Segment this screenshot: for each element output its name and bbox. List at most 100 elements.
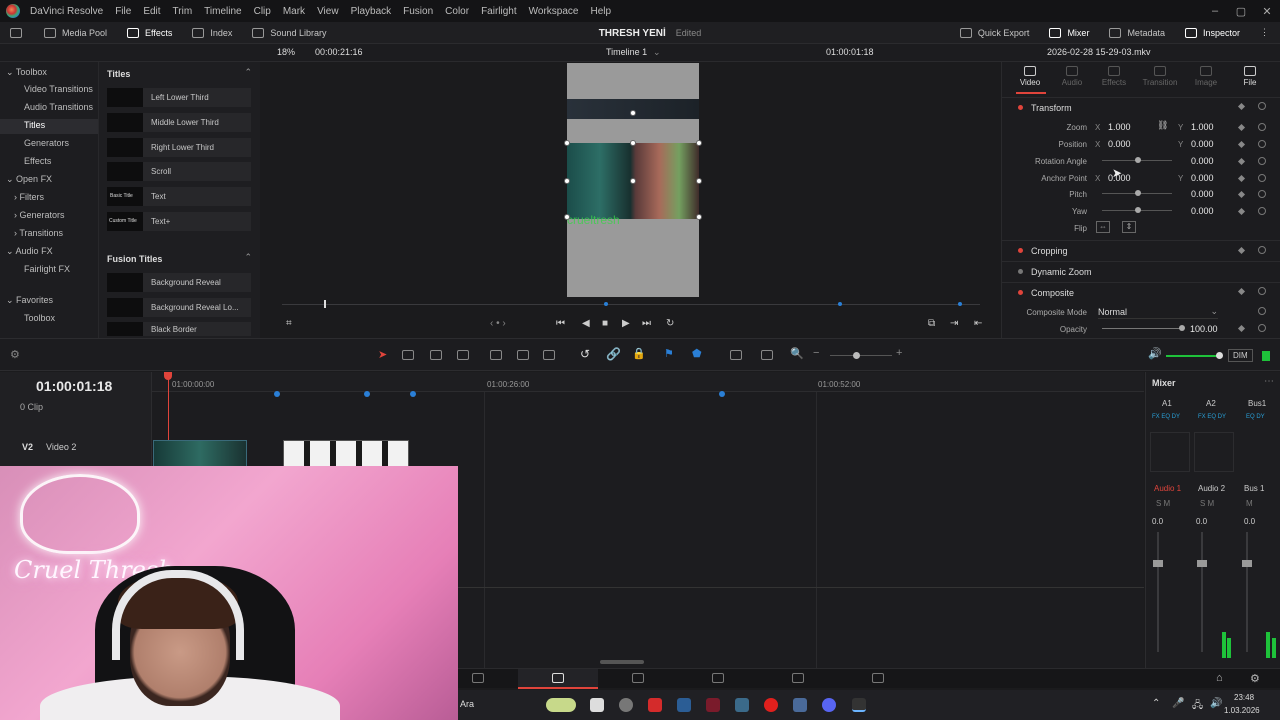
enabled-dot[interactable]: [1018, 248, 1023, 253]
menu-edit[interactable]: Edit: [137, 6, 166, 17]
pitch-slider-knob[interactable]: [1135, 190, 1141, 196]
stop-icon[interactable]: ■: [602, 318, 608, 329]
tree-video-transitions[interactable]: Video Transitions: [24, 84, 93, 94]
disabled-dot[interactable]: [1018, 269, 1023, 274]
marker[interactable]: [958, 302, 962, 306]
home-icon[interactable]: ⌂: [1216, 672, 1223, 684]
snapping-icon[interactable]: ↺: [580, 347, 590, 361]
timeline-marker[interactable]: [364, 391, 370, 397]
media-pool-button[interactable]: Media Pool: [34, 22, 117, 44]
opacity-slider[interactable]: [1102, 328, 1182, 329]
app-icon[interactable]: [706, 698, 720, 712]
keyframe-icon[interactable]: [1237, 140, 1246, 149]
channel-bus1-name[interactable]: Bus 1: [1244, 484, 1264, 493]
flag-icon[interactable]: ⚑: [664, 347, 674, 360]
menu-playback[interactable]: Playback: [345, 6, 398, 17]
mixer-options-icon[interactable]: ⋯: [1264, 376, 1274, 387]
solo-mute-icon[interactable]: S M: [1200, 499, 1214, 508]
fader-a2[interactable]: [1201, 532, 1203, 652]
clock-date[interactable]: 1.03.2026: [1224, 706, 1260, 715]
skip-to-start-icon[interactable]: ⏮: [556, 318, 565, 329]
fader-bus1-knob[interactable]: [1242, 560, 1252, 567]
blade-tool-icon[interactable]: [457, 350, 469, 360]
tree-ofx-transitions[interactable]: › Transitions: [14, 228, 63, 238]
next-edit-icon[interactable]: ⇥: [950, 318, 958, 329]
fader-a1[interactable]: [1157, 532, 1159, 652]
title-item-text[interactable]: Basic Title Text: [107, 187, 251, 206]
effects-button[interactable]: Effects: [117, 22, 182, 44]
position-x-field[interactable]: 0.000: [1108, 139, 1131, 149]
transform-handle[interactable]: [630, 178, 636, 184]
fusion-page-icon[interactable]: [632, 673, 644, 683]
composite-mode-dropdown[interactable]: Normal ⌄: [1098, 305, 1218, 319]
dynamic-trim-icon[interactable]: [430, 350, 442, 360]
widget-icon[interactable]: [546, 698, 576, 712]
mixer-button[interactable]: Mixer: [1039, 22, 1099, 44]
index-button[interactable]: Index: [182, 22, 242, 44]
fairlight-page-icon[interactable]: [792, 673, 804, 683]
tab-effects[interactable]: Effects: [1092, 66, 1136, 87]
zoom-y-field[interactable]: 1.000: [1191, 122, 1214, 132]
reset-icon[interactable]: [1258, 123, 1266, 131]
menu-view[interactable]: View: [311, 6, 345, 17]
panner-a1[interactable]: [1150, 432, 1190, 472]
keyframe-icon[interactable]: [1237, 190, 1246, 199]
transform-handle[interactable]: [564, 140, 570, 146]
quick-export-button[interactable]: Quick Export: [950, 22, 1040, 44]
menu-clip[interactable]: Clip: [248, 6, 277, 17]
enabled-dot[interactable]: [1018, 105, 1023, 110]
timeline-marker[interactable]: [719, 391, 725, 397]
tab-image[interactable]: Image: [1184, 66, 1228, 87]
tree-fairlight-fx[interactable]: Fairlight FX: [24, 264, 70, 274]
timeline-options-icon[interactable]: ⚙: [10, 348, 20, 361]
full-extent-zoom-icon[interactable]: [730, 350, 742, 360]
track-v2-name[interactable]: Video 2: [46, 442, 76, 452]
transform-handle[interactable]: [564, 214, 570, 220]
menu-file[interactable]: File: [109, 6, 137, 17]
menu-workspace[interactable]: Workspace: [523, 6, 585, 17]
volume-icon[interactable]: 🔊: [1210, 698, 1222, 709]
app-icon[interactable]: [648, 698, 662, 712]
keyframe-icon[interactable]: [1237, 157, 1246, 166]
deliver-page-icon[interactable]: [872, 673, 884, 683]
fader-bus1[interactable]: [1246, 532, 1248, 652]
reset-icon[interactable]: [1258, 157, 1266, 165]
play-reverse-icon[interactable]: ◀: [582, 318, 590, 329]
zoom-search-icon[interactable]: 🔍: [790, 347, 804, 360]
pitch-field[interactable]: 0.000: [1191, 189, 1214, 199]
reset-icon[interactable]: [1258, 287, 1266, 295]
opacity-field[interactable]: 100.00: [1190, 324, 1218, 334]
title-item-left-lower-third[interactable]: Left Lower Third: [107, 88, 251, 107]
close-icon[interactable]: ✕: [1254, 5, 1280, 18]
transform-handle[interactable]: [630, 140, 636, 146]
tab-video[interactable]: Video: [1008, 66, 1052, 87]
menu-trim[interactable]: Trim: [167, 6, 199, 17]
selection-tool-icon[interactable]: ➤: [378, 348, 387, 361]
edit-page-icon[interactable]: [552, 673, 564, 683]
tab-transition[interactable]: Transition: [1138, 66, 1182, 87]
channel-audio2-name[interactable]: Audio 2: [1198, 484, 1225, 493]
menu-timeline[interactable]: Timeline: [198, 6, 247, 17]
reset-icon[interactable]: [1258, 307, 1266, 315]
viewer-canvas[interactable]: crueltresh: [564, 63, 702, 297]
keyframe-icon[interactable]: [1237, 324, 1246, 333]
panner-a2[interactable]: [1194, 432, 1234, 472]
keyframe-icon[interactable]: [1237, 123, 1246, 132]
file-explorer-icon[interactable]: [590, 698, 604, 712]
tree-effects[interactable]: Effects: [24, 156, 51, 166]
timeline-marker[interactable]: [274, 391, 280, 397]
color-page-icon[interactable]: [712, 673, 724, 683]
transform-handle[interactable]: [564, 178, 570, 184]
cut-page-icon[interactable]: [472, 673, 484, 683]
chevron-down-icon[interactable]: ⌄: [653, 47, 661, 58]
enabled-dot[interactable]: [1018, 290, 1023, 295]
settings-icon[interactable]: ⚙: [1250, 672, 1260, 685]
menu-color[interactable]: Color: [439, 6, 475, 17]
position-y-field[interactable]: 0.000: [1191, 139, 1214, 149]
tray-chevron-icon[interactable]: ⌃: [1152, 698, 1160, 709]
zoom-slider-knob[interactable]: [853, 352, 860, 359]
prev-edit-icon[interactable]: ⇤: [974, 318, 982, 329]
zoom-in-icon[interactable]: +: [896, 347, 902, 359]
tree-titles[interactable]: Titles: [24, 120, 45, 130]
skip-to-end-icon[interactable]: ⏭: [642, 318, 651, 329]
